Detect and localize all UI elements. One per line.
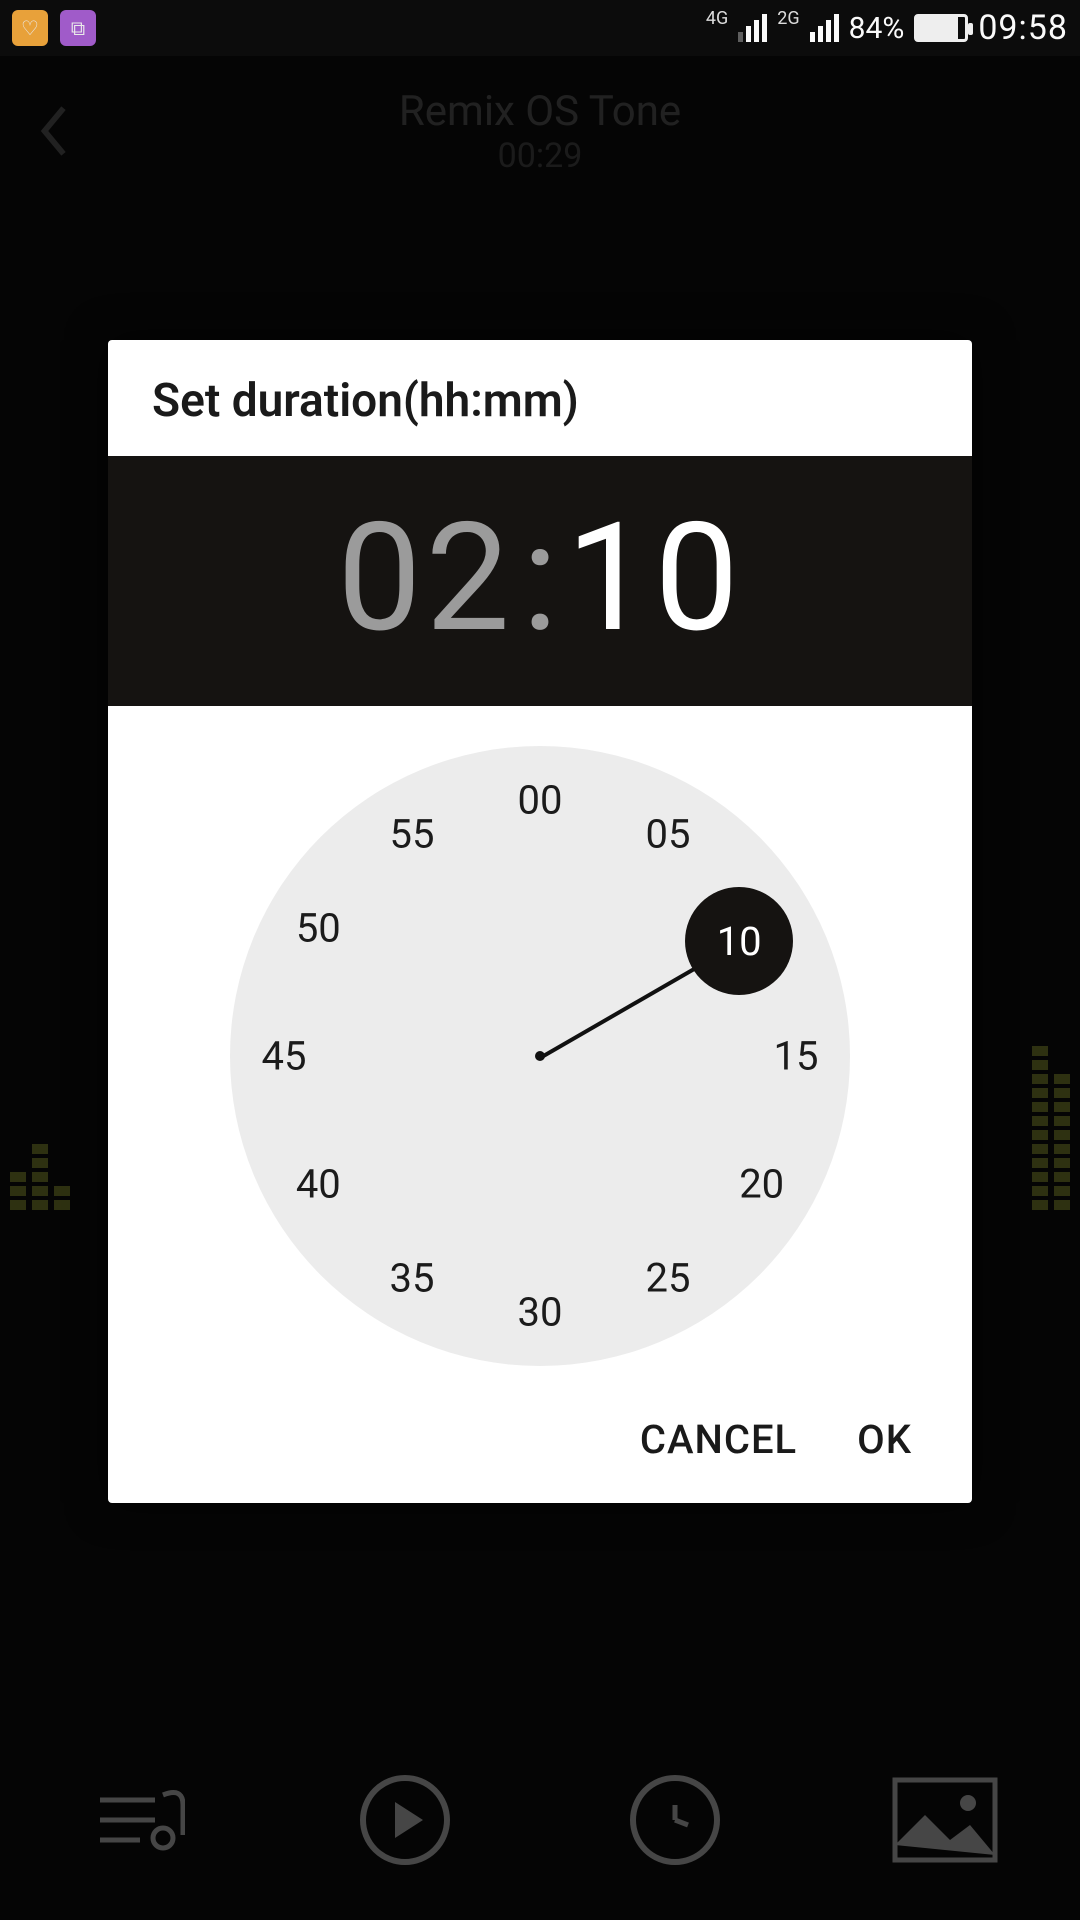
- minute-tick-35[interactable]: 35: [390, 1254, 435, 1301]
- minute-tick-25[interactable]: 25: [646, 1254, 691, 1301]
- notification-icon-2: ⧉: [60, 10, 96, 46]
- ok-button[interactable]: OK: [857, 1416, 912, 1463]
- battery-percent: 84%: [849, 11, 905, 46]
- duration-display: 02:10: [108, 456, 972, 706]
- bottom-nav: [0, 1720, 1080, 1920]
- play-icon[interactable]: [345, 1760, 465, 1880]
- minute-tick-05[interactable]: 05: [646, 811, 691, 858]
- cancel-button[interactable]: CANCEL: [640, 1416, 797, 1463]
- minute-tick-40[interactable]: 40: [296, 1161, 341, 1208]
- minute-tick-30[interactable]: 30: [518, 1289, 563, 1336]
- minute-tick-55[interactable]: 55: [390, 811, 435, 858]
- minute-tick-45[interactable]: 45: [262, 1033, 307, 1080]
- signal-2-icon: [810, 14, 839, 42]
- notification-icon-1: ♡: [12, 10, 48, 46]
- clock-icon[interactable]: [615, 1760, 735, 1880]
- status-bar: ♡ ⧉ 4G 2G 84% 09:58: [0, 0, 1080, 56]
- minute-tick-00[interactable]: 00: [518, 777, 563, 824]
- playlist-icon[interactable]: [75, 1760, 195, 1880]
- image-icon[interactable]: [885, 1760, 1005, 1880]
- minute-tick-50[interactable]: 50: [296, 905, 341, 952]
- status-left: ♡ ⧉: [12, 10, 96, 46]
- clock-hand: [539, 963, 702, 1059]
- minute-knob[interactable]: 10: [685, 887, 793, 995]
- status-right: 4G 2G 84% 09:58: [706, 8, 1068, 48]
- time-colon: :: [514, 490, 566, 666]
- signal-1-icon: [738, 14, 767, 42]
- network-1-label: 4G: [706, 8, 728, 29]
- network-2-label: 2G: [777, 8, 799, 29]
- dialog-actions: CANCEL OK: [108, 1390, 972, 1503]
- minute-picker-clock[interactable]: 00 05 15 20 25 30 35 40 45 50 55 10: [230, 746, 850, 1366]
- minute-tick-20[interactable]: 20: [739, 1161, 784, 1208]
- battery-icon: [914, 14, 968, 42]
- status-time: 09:58: [978, 8, 1068, 48]
- minute-tick-15[interactable]: 15: [774, 1033, 819, 1080]
- hours-value[interactable]: 02: [337, 490, 514, 666]
- dialog-title: Set duration(hh:mm): [108, 340, 972, 456]
- minutes-value[interactable]: 10: [566, 490, 743, 666]
- set-duration-dialog: Set duration(hh:mm) 02:10 00051520253035…: [108, 340, 972, 1503]
